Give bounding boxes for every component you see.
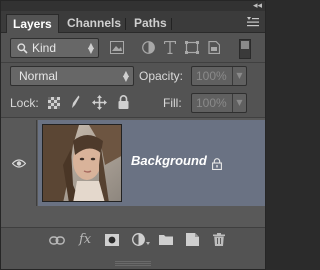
trash-icon[interactable]	[213, 233, 225, 246]
search-icon	[17, 43, 28, 54]
panel-footer: fx	[1, 227, 265, 269]
add-mask-icon[interactable]	[105, 234, 119, 246]
adjustment-layer-icon[interactable]	[132, 233, 150, 246]
chevron-updown-icon: ▲ ▼	[87, 41, 94, 55]
layer-thumbnail	[42, 124, 122, 202]
chevron-updown-icon: ▲ ▼	[122, 69, 129, 83]
tab-channels[interactable]: Channels	[61, 14, 127, 33]
lock-transparent-icon[interactable]	[48, 97, 60, 109]
layer-lock-icon	[212, 158, 222, 170]
lock-label: Lock:	[10, 96, 39, 110]
layer-name[interactable]: Background	[131, 153, 207, 168]
smart-object-filter-icon[interactable]	[207, 41, 220, 54]
fx-icon[interactable]: fx	[79, 232, 91, 247]
adjustment-filter-icon[interactable]	[142, 41, 155, 54]
divider	[1, 62, 265, 63]
collapse-panel-icon[interactable]: ◂◂	[253, 1, 262, 11]
opacity-label: Opacity:	[139, 69, 184, 83]
fill-field[interactable]: 100% ▼	[191, 93, 247, 113]
panel-title-strip: ◂◂	[1, 1, 265, 11]
tab-bar: Layers Channels Paths	[1, 11, 265, 33]
pixel-filter-icon[interactable]	[110, 41, 124, 54]
link-layers-icon[interactable]	[49, 236, 65, 245]
lock-all-icon[interactable]	[118, 95, 129, 109]
shape-filter-icon[interactable]	[185, 41, 199, 54]
visibility-toggle[interactable]	[1, 120, 37, 206]
blend-mode-value: Normal	[19, 69, 58, 83]
blend-mode-dropdown[interactable]: Normal ▲ ▼	[10, 66, 134, 86]
filter-toggle-switch[interactable]	[239, 39, 251, 59]
layer-list: Background	[1, 118, 265, 227]
eye-icon	[12, 159, 26, 168]
fill-label: Fill:	[163, 96, 182, 110]
filter-kind-value: Kind	[32, 41, 57, 55]
opacity-field[interactable]: 100% ▼	[191, 66, 247, 86]
lock-position-icon[interactable]	[92, 95, 107, 110]
opacity-value: 100%	[196, 69, 227, 83]
tab-layers[interactable]: Layers	[6, 14, 59, 33]
panel-menu-icon[interactable]	[247, 17, 259, 27]
tab-divider	[125, 18, 126, 30]
new-layer-icon[interactable]	[186, 233, 199, 246]
panel-resize-grip[interactable]	[115, 261, 151, 266]
filter-kind-dropdown[interactable]: Kind ▲ ▼	[10, 38, 99, 58]
portrait-thumbnail-image	[43, 125, 121, 201]
chevron-down-icon[interactable]: ▼	[232, 94, 246, 112]
layers-panel: ◂◂ Layers Channels Paths Kind ▲ ▼ Normal…	[0, 0, 266, 270]
layer-row-background[interactable]: Background	[1, 120, 265, 206]
tab-paths[interactable]: Paths	[128, 14, 173, 33]
tab-divider	[171, 18, 172, 30]
lock-image-icon[interactable]	[70, 95, 80, 110]
fill-value: 100%	[196, 96, 227, 110]
type-filter-icon[interactable]	[164, 41, 176, 54]
new-group-icon[interactable]	[159, 234, 173, 245]
chevron-down-icon[interactable]: ▼	[232, 67, 246, 85]
